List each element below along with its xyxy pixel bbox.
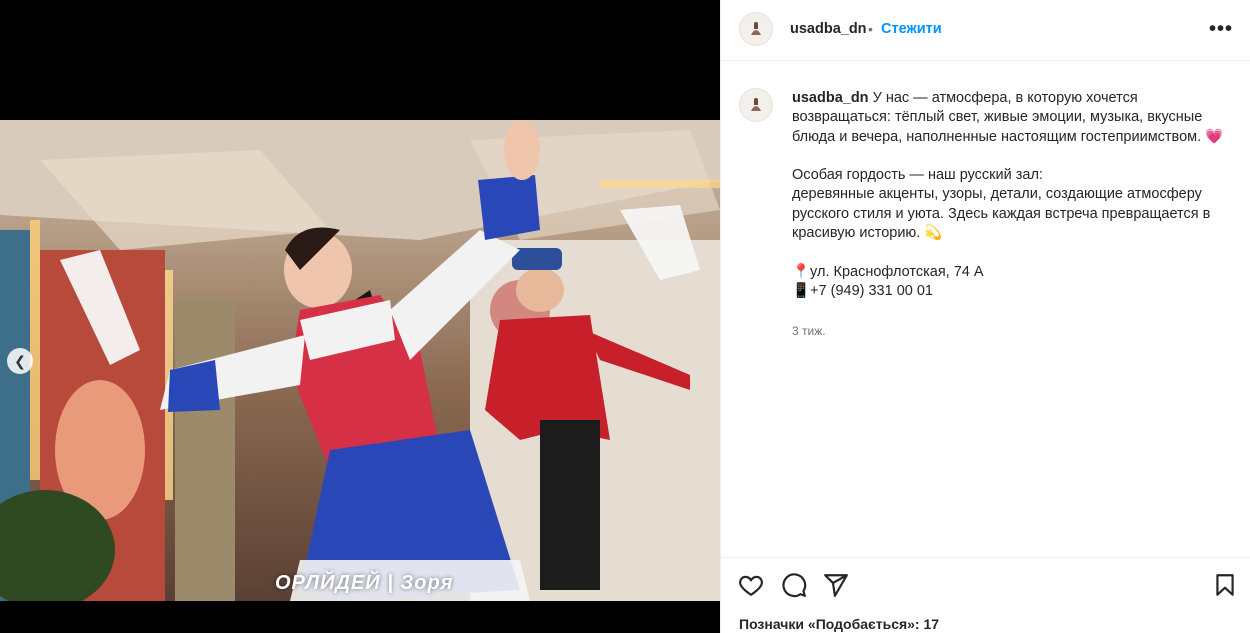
save-button[interactable] [1212, 572, 1240, 600]
profile-avatar[interactable] [739, 12, 773, 46]
carousel-prev-button[interactable]: ❮ [7, 348, 33, 374]
caption-section: usadba_dn У нас — атмосфера, в которую х… [721, 62, 1250, 557]
caption-avatar[interactable] [739, 88, 773, 122]
caption-body: У нас — атмосфера, в которую хочется воз… [792, 90, 1224, 299]
post-header: usadba_dn • Стежити ••• [721, 0, 1250, 61]
post-photo [0, 120, 720, 601]
likes-count[interactable]: Позначки «Подобається»: 17 [739, 616, 939, 632]
header-username[interactable]: usadba_dn [790, 21, 867, 37]
photo-illustration [0, 120, 720, 601]
heart-icon [739, 575, 763, 597]
comment-icon [782, 573, 807, 598]
follow-button[interactable]: Стежити [881, 21, 942, 37]
post-time[interactable]: 3 тиж. [792, 324, 826, 338]
bookmark-icon [1216, 574, 1234, 596]
caption-text: usadba_dn У нас — атмосфера, в которую х… [792, 89, 1237, 301]
like-button[interactable] [738, 572, 766, 600]
post-panel: usadba_dn • Стежити ••• usadba_dn У нас … [720, 0, 1250, 633]
chevron-left-icon: ❮ [14, 352, 26, 369]
avatar-logo-icon [751, 22, 761, 35]
send-icon [824, 574, 848, 597]
avatar-logo-icon [751, 98, 761, 111]
share-button[interactable] [823, 572, 851, 600]
caption-username[interactable]: usadba_dn [792, 90, 869, 106]
comment-button[interactable] [781, 572, 809, 600]
header-separator: • [868, 21, 873, 37]
actions-bar: Позначки «Подобається»: 17 [721, 557, 1250, 633]
more-options-icon[interactable]: ••• [1209, 18, 1233, 41]
photo-watermark: ОРЛЙДЕЙ | Зоря [275, 572, 454, 594]
post-media: ❮ ОРЛЙДЕЙ | Зоря [0, 0, 720, 633]
